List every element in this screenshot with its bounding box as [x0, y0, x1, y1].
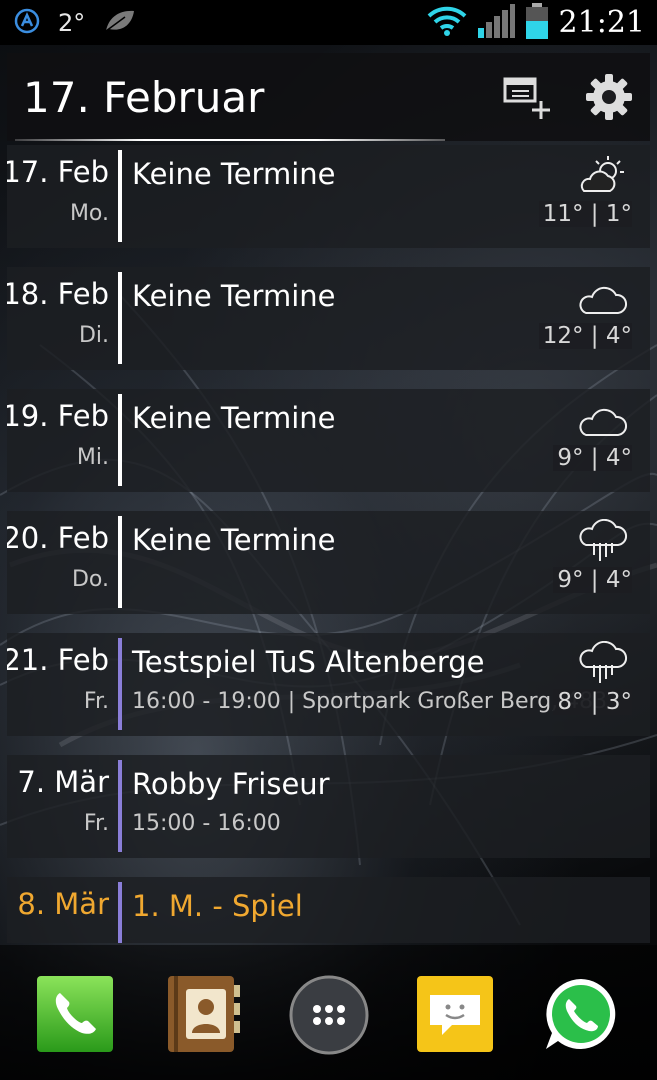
settings-button[interactable]: [579, 69, 639, 129]
widget-header: 17. Februar: [7, 53, 650, 141]
whatsapp-app-button[interactable]: [542, 975, 620, 1053]
row-temperature: 9° | 4°: [553, 567, 632, 593]
row-title: 1. M. - Spiel: [132, 889, 303, 923]
agenda-row[interactable]: 7. Mär Fr. Robby Friseur 15:00 - 16:00: [7, 755, 650, 858]
row-date: 18. Feb: [7, 277, 109, 311]
row-date: 20. Feb: [7, 521, 109, 555]
row-color-bar: [118, 394, 122, 486]
agenda-row[interactable]: 17. Feb Mo. Keine Termine 11° | 1°: [7, 145, 650, 248]
agenda-row[interactable]: 8. Mär 1. M. - Spiel: [7, 877, 650, 943]
header-title[interactable]: 17. Februar: [23, 73, 264, 122]
row-temperature: 11° | 1°: [538, 201, 632, 227]
row-weekday: Fr.: [83, 689, 109, 714]
status-time: 21:21: [558, 5, 645, 40]
app-drawer-icon: [289, 975, 369, 1059]
header-divider: [15, 139, 445, 141]
row-weekday: Fr.: [83, 811, 109, 836]
wifi-icon: [427, 5, 467, 41]
row-color-bar: [118, 760, 122, 852]
app-drawer-button[interactable]: [289, 975, 369, 1055]
row-color-bar: [118, 638, 122, 730]
phone-app-button[interactable]: [36, 975, 114, 1053]
phone-icon: [36, 976, 114, 1057]
cloud-icon: [578, 397, 628, 441]
row-weekday: Do.: [71, 567, 109, 592]
messaging-app-button[interactable]: [416, 975, 494, 1053]
row-color-bar: [118, 516, 122, 608]
row-title: Keine Termine: [132, 401, 336, 435]
row-color-bar: [118, 150, 122, 242]
dock: [0, 945, 657, 1080]
row-weekday: Mo.: [69, 201, 109, 226]
agenda-row[interactable]: 21. Feb Fr. Testspiel TuS Altenberge 16:…: [7, 633, 650, 736]
agenda-row[interactable]: 20. Feb Do. Keine Termine 9° | 4°: [7, 511, 650, 614]
row-weekday: Di.: [78, 323, 109, 348]
row-date: 8. Mär: [17, 887, 109, 921]
contacts-icon: [164, 976, 242, 1057]
gear-icon: [585, 73, 633, 125]
row-title: Robby Friseur: [132, 767, 330, 801]
rain-icon: [578, 640, 628, 685]
row-title: Testspiel TuS Altenberge: [132, 645, 485, 679]
signal-bars-icon: [477, 3, 515, 42]
rain-icon: [578, 518, 628, 563]
leaf-icon: [103, 8, 137, 38]
row-color-bar: [118, 272, 122, 364]
contacts-app-button[interactable]: [164, 975, 242, 1053]
agenda-row[interactable]: 18. Feb Di. Keine Termine 12° | 4°: [7, 267, 650, 370]
row-weekday: Mi.: [76, 445, 109, 470]
whatsapp-icon: [542, 979, 620, 1057]
row-date: 17. Feb: [7, 155, 109, 189]
cloud-icon: [578, 275, 628, 319]
row-temperature: 9° | 4°: [553, 445, 632, 471]
partly-sunny-icon: [578, 153, 628, 197]
row-title: Keine Termine: [132, 157, 336, 191]
add-event-icon: [499, 73, 555, 125]
calendar-widget: 17. Februar 17. Feb Mo. Keine Termine 11…: [7, 53, 650, 943]
agenda-row[interactable]: 19. Feb Mi. Keine Termine 9° | 4°: [7, 389, 650, 492]
messaging-icon: [416, 976, 494, 1057]
row-title: Keine Termine: [132, 523, 336, 557]
status-bar: 2° 21:21: [0, 0, 657, 45]
row-date: 7. Mär: [17, 765, 109, 799]
row-temperature: 12° | 4°: [538, 323, 632, 349]
row-subtitle: 15:00 - 16:00: [132, 811, 281, 836]
status-temperature: 2°: [58, 8, 86, 37]
row-date: 19. Feb: [7, 399, 109, 433]
row-temperature: 8° | 3°: [553, 689, 632, 715]
row-title: Keine Termine: [132, 279, 336, 313]
a-circle-icon: [14, 8, 40, 38]
row-color-bar: [118, 882, 122, 943]
row-date: 21. Feb: [7, 643, 109, 677]
row-subtitle: 16:00 - 19:00 | Sportpark Großer Berg, 4…: [132, 689, 608, 714]
add-event-button[interactable]: [497, 69, 557, 129]
battery-icon: [525, 2, 549, 43]
